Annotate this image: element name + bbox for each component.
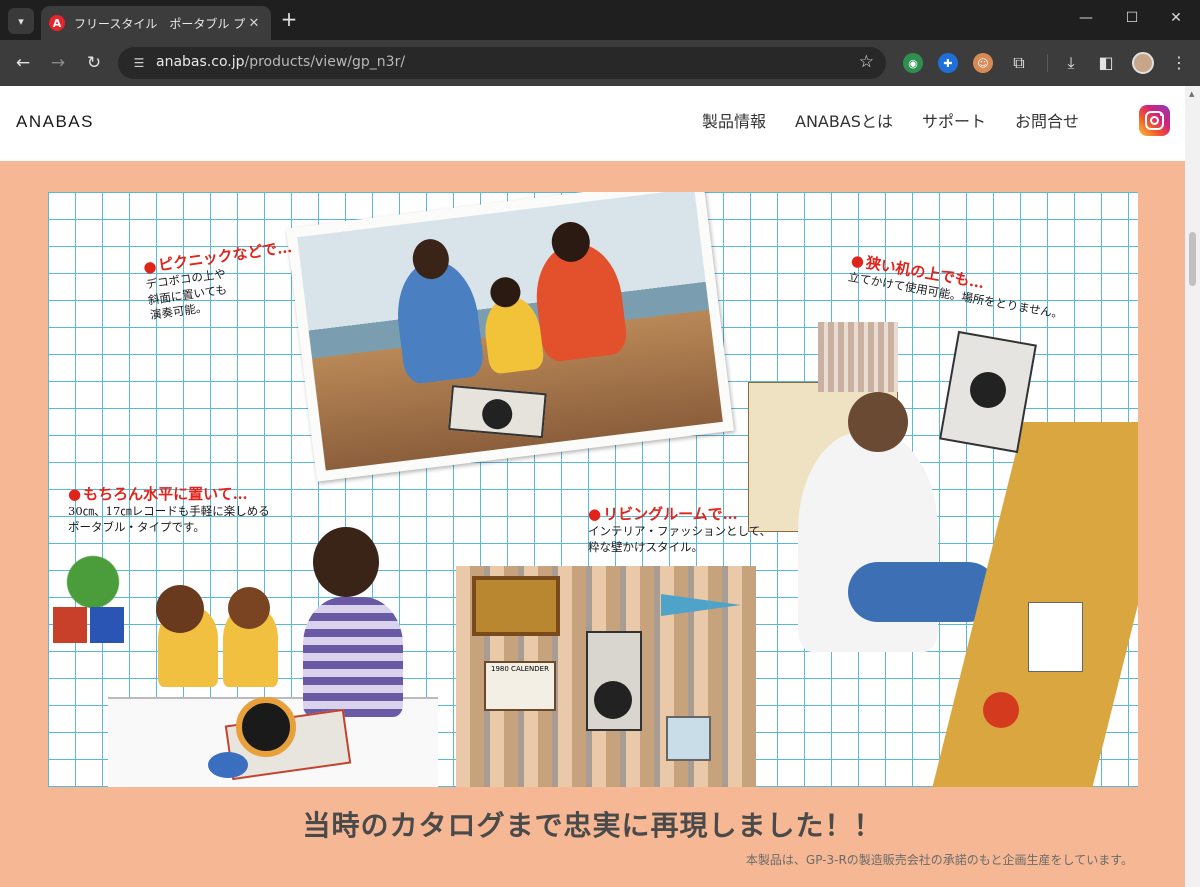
site-header: ANABAS 製品情報 ANABASとは サポート お問合せ: [0, 86, 1185, 161]
url-path: /products/view/gp_n3r/: [244, 54, 406, 70]
picnic-photo-card: [286, 192, 734, 482]
catalog-illustration: 1980 CALENDER ピクニックなどで… デコボコの上や 斜面に置い: [48, 192, 1138, 787]
address-bar[interactable]: ☰ anabas.co.jp/products/view/gp_n3r/ ☆: [118, 47, 886, 79]
nav-products-link[interactable]: 製品情報: [702, 108, 766, 132]
page-scrollbar[interactable]: ▲: [1185, 86, 1200, 887]
site-favicon-icon: A: [49, 15, 65, 31]
site-nav: 製品情報 ANABASとは サポート お問合せ: [702, 108, 1079, 132]
anabas-logo[interactable]: ANABAS: [16, 112, 94, 132]
calendar-poster: 1980 CALENDER: [484, 661, 556, 711]
scrollbar-thumb[interactable]: [1189, 232, 1196, 286]
bookmark-star-icon[interactable]: ☆: [859, 52, 874, 72]
scroll-up-icon[interactable]: ▲: [1189, 90, 1194, 98]
maximize-icon[interactable]: ☐: [1122, 10, 1142, 26]
download-icon[interactable]: ⤓: [1060, 52, 1082, 74]
browser-toolbar: ← → ↻ ☰ anabas.co.jp/products/view/gp_n3…: [0, 40, 1200, 86]
new-tab-button[interactable]: +: [278, 8, 300, 32]
tab-title: フリースタイル ポータブル プレーヤー…: [74, 16, 245, 31]
toolbar-divider: [1047, 54, 1048, 72]
family-table-scene: [48, 527, 448, 787]
browser-tab-active[interactable]: A フリースタイル ポータブル プレーヤー… ✕: [41, 6, 271, 40]
caption-horizontal-body: 30㎝、17㎝レコードも手軽に楽しめる ポータブル・タイプです。: [68, 504, 270, 534]
forward-arrow-icon[interactable]: →: [46, 52, 70, 74]
instagram-icon[interactable]: [1139, 105, 1170, 136]
license-footnote: 本製品は、GP-3-Rの製造販売会社の承諾のもと企画生産をしています。: [745, 853, 1133, 867]
profile-avatar[interactable]: [1132, 52, 1154, 74]
url-host: anabas.co.jp: [156, 54, 245, 70]
caption-horizontal-heading: もちろん水平に置いて…: [68, 484, 270, 504]
extension-face-icon[interactable]: ☺: [973, 53, 993, 73]
living-room-scene: 1980 CALENDER: [456, 566, 756, 787]
caption-living: リビングルームで… インテリア・ファッションとして、 粋な壁かけスタイル。: [588, 504, 771, 555]
minimize-icon[interactable]: —: [1076, 10, 1096, 26]
nav-support-link[interactable]: サポート: [922, 108, 986, 132]
tab-search-icon[interactable]: ▾: [8, 8, 34, 34]
browser-tab-bar: ▾ A フリースタイル ポータブル プレーヤー… ✕ + — ☐ ✕: [0, 0, 1200, 40]
site-info-icon[interactable]: ☰: [128, 53, 150, 73]
window-close-icon[interactable]: ✕: [1166, 10, 1186, 26]
page-viewport: ANABAS 製品情報 ANABASとは サポート お問合せ 1980 CALE…: [0, 86, 1185, 887]
desk-scene: [738, 312, 1138, 787]
nav-contact-link[interactable]: お問合せ: [1015, 108, 1079, 132]
caption-picnic: ピクニックなどで… デコボコの上や 斜面に置いても 演奏可能。: [142, 237, 300, 324]
back-arrow-icon[interactable]: ←: [11, 52, 35, 74]
picnic-scene: [297, 192, 723, 471]
tab-close-icon[interactable]: ✕: [245, 16, 263, 31]
browser-menu-icon[interactable]: ⋮: [1168, 52, 1190, 74]
catalog-headline: 当時のカタログまで忠実に再現しました！！: [302, 809, 883, 842]
extension-blue-icon[interactable]: ✚: [938, 53, 958, 73]
side-panel-icon[interactable]: ◧: [1095, 52, 1117, 74]
extensions-puzzle-icon[interactable]: ⧉: [1008, 52, 1030, 74]
caption-living-heading: リビングルームで…: [588, 504, 771, 524]
nav-about-link[interactable]: ANABASとは: [795, 108, 893, 132]
reload-icon[interactable]: ↻: [82, 52, 106, 74]
url-text[interactable]: anabas.co.jp/products/view/gp_n3r/: [156, 54, 405, 70]
caption-horizontal: もちろん水平に置いて… 30㎝、17㎝レコードも手軽に楽しめる ポータブル・タイ…: [68, 484, 270, 535]
extension-compass-icon[interactable]: ◉: [903, 53, 923, 73]
caption-living-body: インテリア・ファッションとして、 粋な壁かけスタイル。: [588, 524, 772, 554]
